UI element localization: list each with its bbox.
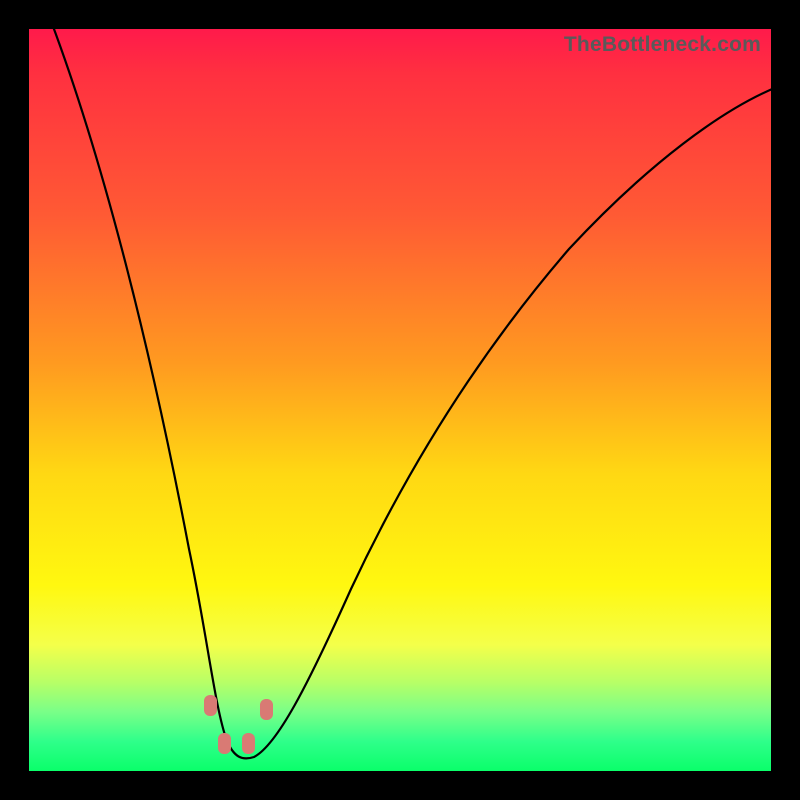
bottleneck-curve-path (51, 21, 777, 758)
curve-markers (204, 695, 273, 754)
curve-marker (218, 733, 231, 754)
curve-marker (260, 699, 273, 720)
chart-plot-area: TheBottleneck.com (29, 29, 771, 771)
bottleneck-curve-svg (29, 29, 771, 771)
curve-marker (242, 733, 255, 754)
curve-marker (204, 695, 217, 716)
